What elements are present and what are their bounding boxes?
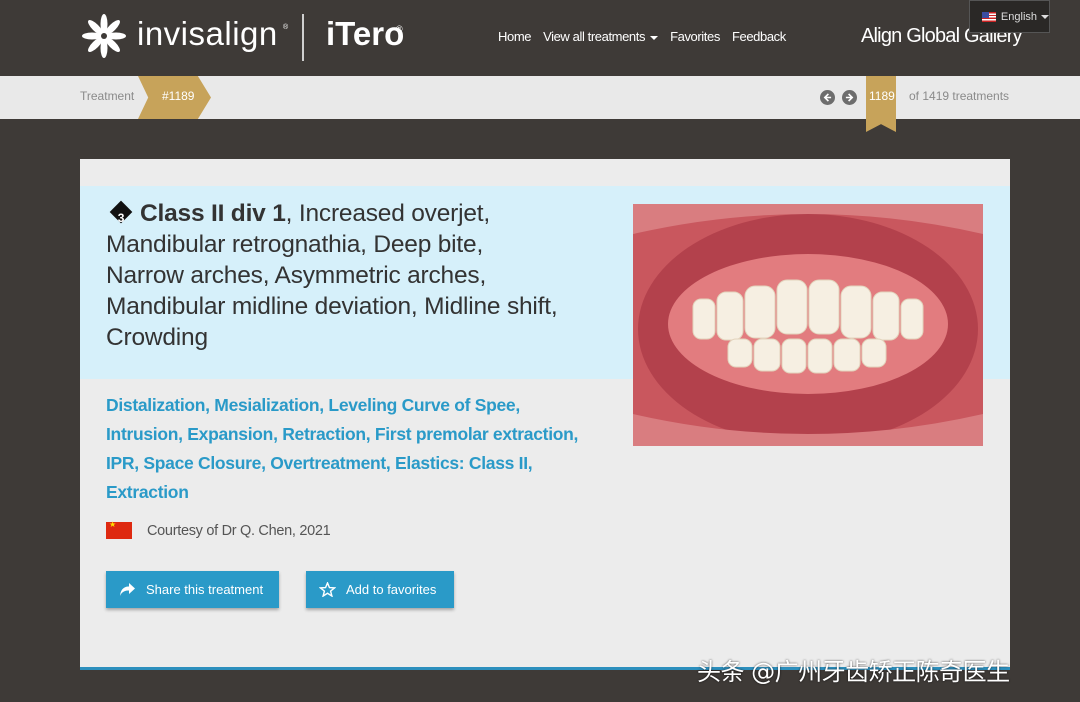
complexity-diamond-icon: 3 (109, 200, 133, 225)
case-diagnosis-line-1: Increased overjet, (292, 200, 491, 227)
main-nav: Home View all treatments Favorites Feedb… (498, 29, 798, 44)
language-label: English (1000, 10, 1037, 23)
case-diagnosis-line-2: Mandibular retrognathia, Deep bite, (106, 231, 484, 258)
case-diagnosis-line-5: Crowding (106, 324, 208, 351)
chevron-down-icon (650, 35, 659, 40)
courtesy: Courtesy of Dr Q. Chen, 2021 (106, 520, 331, 539)
next-treatment-button[interactable] (842, 90, 857, 105)
chevron-down-icon (1041, 14, 1049, 19)
case-title: 3 Class II div 1, Increased overjet, Mand… (106, 200, 558, 351)
watermark: 头条 @广州牙齿矫正陈奇医生 (697, 658, 1010, 686)
nav-home[interactable]: Home (498, 29, 531, 44)
page-total: of 1419 treatments (909, 89, 1010, 103)
page-number: 1189 (869, 89, 895, 103)
treatment-list: Distalization, Mesialization, Leveling C… (106, 391, 616, 507)
nav-feedback[interactable]: Feedback (732, 29, 786, 44)
share-icon (120, 583, 135, 596)
nav-favorites[interactable]: Favorites (670, 29, 720, 44)
site-header: invisalign ® iTero ® Home View all treat… (0, 0, 1080, 74)
itero-logo-text[interactable]: iTero (326, 15, 404, 53)
teeth-image (633, 204, 983, 446)
treatment-line-4[interactable]: Extraction (106, 478, 616, 507)
nav-view-all-label: View all treatments (543, 29, 646, 44)
invisalign-logo-text[interactable]: invisalign (137, 15, 278, 53)
treatment-line-1[interactable]: Distalization, Mesialization, Leveling C… (106, 391, 616, 420)
treatment-card: 3 Class II div 1, Increased overjet, Mand… (80, 159, 1010, 670)
case-diagnosis-line-3: Narrow arches, Asymmetric arches, (106, 262, 487, 289)
case-primary-diagnosis: Class II div 1 (140, 200, 286, 227)
page-number-flag (866, 76, 896, 132)
language-selector[interactable]: English (969, 0, 1050, 33)
arrow-left-icon (823, 93, 832, 102)
intraoral-photo[interactable] (633, 204, 983, 446)
nav-view-all-treatments[interactable]: View all treatments (543, 29, 659, 44)
share-label: Share this treatment (146, 582, 264, 597)
logo-divider (302, 14, 304, 61)
us-flag-icon (982, 11, 996, 22)
previous-treatment-button[interactable] (820, 90, 835, 105)
case-diagnosis-line-4: Mandibular midline deviation, Midline sh… (106, 293, 558, 320)
courtesy-text: Courtesy of Dr Q. Chen, 2021 (147, 522, 331, 539)
china-flag-icon (106, 520, 132, 539)
star-icon (319, 582, 336, 597)
trademark-mark: ® (283, 24, 289, 31)
favorites-label: Add to favorites (346, 582, 437, 597)
add-to-favorites-button[interactable]: Add to favorites (306, 571, 454, 608)
treatment-line-2[interactable]: Intrusion, Expansion, Retraction, First … (106, 420, 616, 449)
breadcrumb-treatment[interactable]: Treatment (80, 89, 134, 103)
invisalign-star-logo-icon[interactable] (80, 12, 128, 60)
breadcrumb-current: #1189 (162, 89, 195, 103)
registered-mark: ® (396, 24, 403, 34)
treatment-line-3[interactable]: IPR, Space Closure, Overtreatment, Elast… (106, 449, 616, 478)
share-treatment-button[interactable]: Share this treatment (106, 571, 279, 608)
arrow-right-icon (845, 93, 854, 102)
